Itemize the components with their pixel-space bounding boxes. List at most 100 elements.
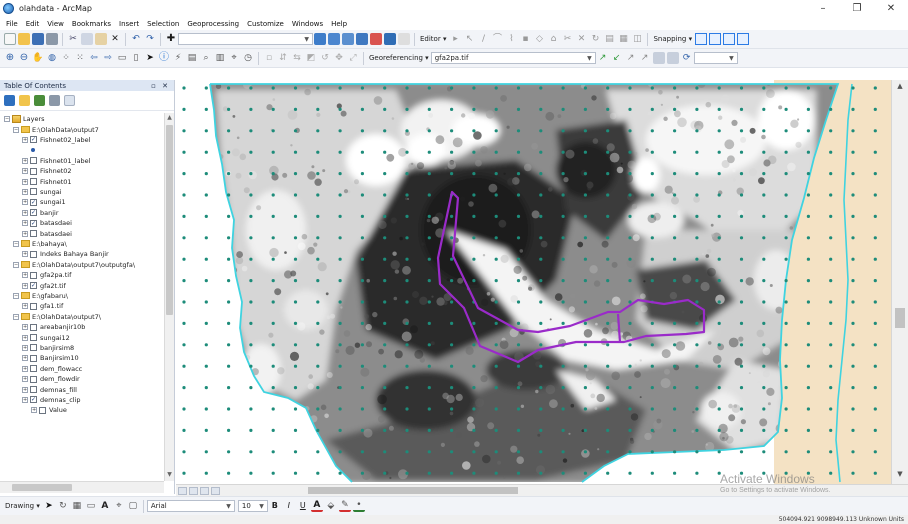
menu-customize[interactable]: Customize — [243, 20, 288, 28]
editor-toolbar-icon[interactable] — [314, 33, 326, 45]
edit-tool-icon[interactable]: ▸ — [449, 33, 461, 45]
collapse-icon[interactable]: − — [13, 313, 19, 320]
toc-layer-row[interactable]: + ✓ gfa2t.tif — [22, 280, 66, 290]
snapping-menu[interactable]: Snapping ▾ — [651, 35, 694, 43]
menu-edit[interactable]: Edit — [22, 20, 44, 28]
expand-icon[interactable]: + — [22, 396, 28, 403]
map-canvas[interactable] — [176, 80, 891, 484]
expand-icon[interactable]: + — [22, 168, 28, 175]
identify-icon[interactable]: ⓘ — [158, 52, 170, 64]
toc-layer-row[interactable]: + batasdaei — [22, 228, 72, 238]
expand-icon[interactable]: + — [22, 199, 28, 206]
toc-group-row[interactable]: − E:\bahaya\ — [13, 239, 67, 249]
line-color-icon[interactable]: ✎ — [338, 500, 351, 512]
scroll-down-icon[interactable]: ▼ — [166, 471, 173, 480]
select-elements-icon[interactable]: ➤ — [43, 500, 55, 512]
undo-icon[interactable]: ↶ — [130, 33, 142, 45]
toc-group-row[interactable]: − E:\OlahData\output7 — [13, 124, 99, 134]
map-view[interactable] — [176, 80, 891, 484]
flicker-icon[interactable]: ⇆ — [291, 52, 303, 64]
map-scroll-thumb[interactable] — [895, 308, 905, 328]
expand-icon[interactable]: + — [22, 334, 28, 341]
layer-visibility-checkbox[interactable] — [30, 323, 37, 331]
expand-icon[interactable]: + — [22, 303, 28, 310]
expand-icon[interactable]: + — [22, 324, 28, 331]
expand-icon[interactable]: + — [22, 376, 28, 383]
go-to-xy-icon[interactable]: ⌖ — [228, 52, 240, 64]
menu-view[interactable]: View — [43, 20, 68, 28]
arctoolbox-icon[interactable] — [370, 33, 382, 45]
toc-layer-row[interactable]: + Fishnet01_label — [22, 156, 91, 166]
fill-color-icon[interactable]: ⬙ — [325, 500, 337, 512]
select-icon[interactable]: ➤ — [144, 52, 156, 64]
layer-visibility-checkbox[interactable]: ✓ — [30, 209, 37, 217]
swipe-icon[interactable]: ⇵ — [277, 52, 289, 64]
menu-windows[interactable]: Windows — [288, 20, 327, 28]
layer-visibility-checkbox[interactable] — [30, 354, 37, 362]
toc-layer-row[interactable]: + ✓ demnas_clip — [22, 395, 81, 405]
text-callout-icon[interactable]: ▢ — [127, 500, 139, 512]
expand-icon[interactable]: + — [22, 136, 28, 143]
html-popup-icon[interactable]: ▤ — [186, 52, 198, 64]
underline-button[interactable]: U — [297, 500, 309, 512]
collapse-icon[interactable]: − — [13, 126, 19, 133]
python-window-icon[interactable] — [384, 33, 396, 45]
toc-layer-row[interactable] — [31, 145, 35, 155]
end-snapping-icon[interactable] — [709, 33, 722, 45]
end-point-arc-icon[interactable]: ⌒ — [491, 33, 503, 45]
toc-group-row[interactable]: − E:\OlahData\output7\ — [13, 312, 101, 322]
new-document-icon[interactable] — [4, 33, 16, 45]
save-icon[interactable] — [32, 33, 44, 45]
rotate-tool-icon[interactable]: ↻ — [589, 33, 601, 45]
collapse-icon[interactable]: − — [13, 292, 19, 299]
zoom-out-icon[interactable]: ⊖ — [18, 52, 30, 64]
georeferencing-layer-combo[interactable]: gfa2pa.tif ▼ — [430, 52, 596, 64]
expand-icon[interactable]: + — [22, 157, 28, 164]
toc-layer-row[interactable]: + ✓ banjir — [22, 208, 59, 218]
full-extent-icon[interactable]: ◍ — [46, 52, 58, 64]
toc-layer-row[interactable]: + Fishnet01 — [22, 176, 72, 186]
shift-georef-icon[interactable]: ↗ — [625, 52, 637, 64]
fixed-zoom-out-icon[interactable]: ⁙ — [74, 52, 86, 64]
layer-visibility-checkbox[interactable]: ✓ — [30, 396, 37, 404]
toc-layer-row[interactable]: + gfa1.tif — [22, 301, 63, 311]
cut-polygon-icon[interactable]: ✂ — [561, 33, 573, 45]
layer-visibility-checkbox[interactable] — [30, 334, 37, 342]
font-size-combo[interactable]: 10 ▼ — [237, 500, 268, 512]
toc-horizontal-scrollbar[interactable] — [0, 481, 164, 493]
layer-visibility-checkbox[interactable] — [30, 365, 37, 373]
layer-visibility-checkbox[interactable] — [30, 230, 37, 238]
pause-drawing-button[interactable] — [211, 486, 220, 495]
zoom-to-selected-icon[interactable]: ▦ — [71, 500, 83, 512]
back-extent-icon[interactable]: ⇦ — [88, 52, 100, 64]
catalog-icon[interactable] — [342, 33, 354, 45]
pan-icon[interactable]: ✋ — [32, 52, 44, 64]
create-features-icon[interactable]: ◫ — [631, 33, 643, 45]
reshape-feature-icon[interactable]: ⌂ — [547, 33, 559, 45]
map-hscroll-thumb[interactable] — [308, 487, 518, 494]
split-tool-icon[interactable]: ✕ — [575, 33, 587, 45]
list-by-drawing-order-icon[interactable] — [4, 95, 15, 106]
forward-extent-icon[interactable]: ⇨ — [102, 52, 114, 64]
print-icon[interactable] — [46, 33, 58, 45]
sketch-properties-icon[interactable]: ▦ — [617, 33, 629, 45]
edit-annotation-icon[interactable]: ↖ — [463, 33, 475, 45]
layer-visibility-checkbox[interactable]: ✓ — [30, 136, 37, 144]
rectify-icon[interactable] — [666, 52, 679, 64]
viewer-icon[interactable]: ▫ — [263, 52, 275, 64]
list-by-selection-icon[interactable] — [49, 95, 60, 106]
toc-layer-row[interactable]: + ✓ batasdaei — [22, 218, 72, 228]
collapse-icon[interactable]: − — [4, 116, 10, 123]
layer-visibility-checkbox[interactable] — [30, 375, 37, 383]
toc-layer-row[interactable]: + ✓ Fishnet02_label — [22, 135, 91, 145]
layer-visibility-checkbox[interactable] — [30, 386, 37, 394]
open-icon[interactable] — [18, 33, 30, 45]
layer-visibility-checkbox[interactable]: ✓ — [30, 219, 37, 227]
georeferencing-menu[interactable]: Georeferencing ▾ — [367, 54, 431, 62]
map-scale-combo[interactable]: ▼ — [178, 33, 313, 45]
table-of-contents-icon[interactable] — [328, 33, 340, 45]
time-slider-icon[interactable]: ◷ — [242, 52, 254, 64]
toc-root-row[interactable]: − Layers — [4, 114, 45, 124]
toc-layer-row[interactable]: + Indeks Bahaya Banjir — [22, 249, 109, 259]
rotate-raster-icon[interactable]: ↺ — [319, 52, 331, 64]
